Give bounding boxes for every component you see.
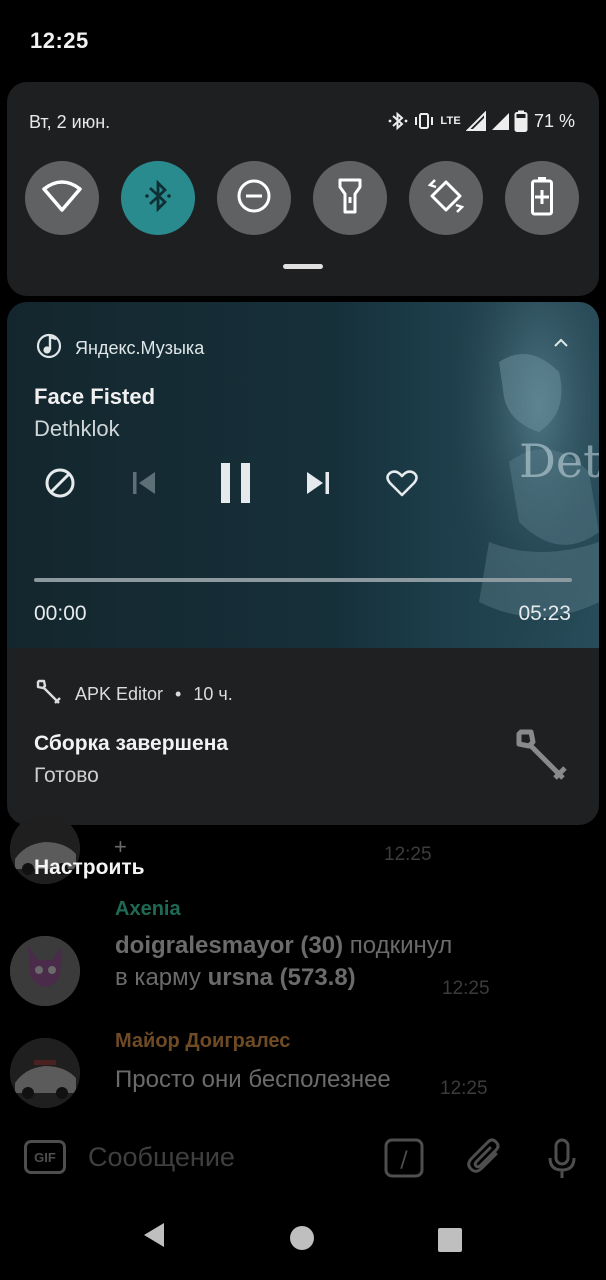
tile-bluetooth[interactable] xyxy=(121,161,195,235)
tile-flashlight[interactable] xyxy=(313,161,387,235)
message-input[interactable]: Сообщение xyxy=(88,1142,235,1173)
voice-button[interactable] xyxy=(546,1138,578,1185)
vibrate-icon xyxy=(413,110,435,132)
message-input-bar: GIF Сообщение / xyxy=(0,1128,606,1192)
tile-battery-saver[interactable] xyxy=(505,161,579,235)
apk-title: Сборка завершена xyxy=(34,732,229,755)
chat-message-2: Просто они бесполезнее xyxy=(115,1066,391,1093)
quick-settings-panel: Вт, 2 июн. LTE 71 % xyxy=(7,82,599,296)
svg-text:Det: Det xyxy=(519,434,599,488)
battery-icon xyxy=(514,110,528,132)
attach-button[interactable] xyxy=(466,1138,502,1183)
paperclip-icon xyxy=(466,1138,502,1182)
home-circle-icon xyxy=(289,1226,315,1255)
qs-date[interactable]: Вт, 2 июн. xyxy=(29,112,110,133)
apk-separator: • xyxy=(175,684,182,704)
chat-msg1-user-karma: (30) xyxy=(300,932,344,959)
chat-msg1-verb: подкинул xyxy=(349,932,453,959)
avatar-mayor[interactable] xyxy=(10,1038,80,1108)
music-note-icon xyxy=(35,332,63,365)
media-notification[interactable]: Det Яндекс.Музыка Face Fisted Dethklok 0… xyxy=(7,302,599,648)
qs-tiles xyxy=(25,161,581,235)
chat-message-1-line2: в карму ursna (573.8) xyxy=(115,964,356,992)
block-icon xyxy=(44,467,76,504)
tile-wifi[interactable] xyxy=(25,161,99,235)
apk-app-name: APK Editor xyxy=(75,684,164,704)
media-app-name: Яндекс.Музыка xyxy=(75,338,205,358)
microphone-icon xyxy=(546,1138,578,1184)
wrench-large-icon xyxy=(513,726,573,791)
apk-age: 10 ч. xyxy=(193,684,233,704)
chat-msg1-target: ursna xyxy=(207,964,273,991)
track-title: Face Fisted xyxy=(34,384,156,409)
battery-saver-icon xyxy=(530,176,554,221)
chevron-up-icon[interactable] xyxy=(553,336,569,354)
tile-auto-rotate[interactable] xyxy=(409,161,483,235)
tile-do-not-disturb[interactable] xyxy=(217,161,291,235)
auto-rotate-icon xyxy=(427,177,465,220)
flashlight-icon xyxy=(337,177,363,220)
gif-button[interactable]: GIF xyxy=(24,1140,66,1174)
media-time-current: 00:00 xyxy=(34,602,87,625)
navigation-bar xyxy=(0,1200,606,1280)
media-controls xyxy=(27,460,427,510)
status-clock: 12:25 xyxy=(30,28,89,53)
signal-sim1-icon xyxy=(465,111,486,131)
skip-next-icon xyxy=(305,470,331,501)
avatar-axenia[interactable] xyxy=(10,936,80,1006)
back-button[interactable] xyxy=(140,1220,168,1255)
signal-sim2-icon xyxy=(490,111,510,131)
recents-square-icon xyxy=(437,1228,463,1257)
recents-button[interactable] xyxy=(437,1227,463,1258)
do-not-disturb-icon xyxy=(236,178,272,219)
wrench-icon xyxy=(35,678,63,711)
pause-button[interactable] xyxy=(211,460,261,510)
apk-app-header: APK Editor • 10 ч. xyxy=(35,678,233,711)
bluetooth-connected-icon xyxy=(387,110,409,132)
wifi-icon xyxy=(42,179,82,217)
apk-text: Готово xyxy=(34,764,99,787)
bot-command-button[interactable]: / xyxy=(384,1138,424,1183)
network-type: LTE xyxy=(440,115,461,127)
next-button[interactable] xyxy=(293,460,343,510)
dislike-button[interactable] xyxy=(35,460,85,510)
chat-time-2: 12:25 xyxy=(440,1078,488,1099)
chat-msg1-user: doigralesmayor xyxy=(115,932,294,959)
media-app-header: Яндекс.Музыка xyxy=(35,332,204,365)
track-artist: Dethklok xyxy=(34,416,120,441)
chat-time-top: 12:25 xyxy=(384,844,432,865)
chat-author-2: Майор Доигралес xyxy=(115,1030,291,1052)
chat-message-1-line1: doigralesmayor (30) подкинул xyxy=(115,932,452,960)
like-button[interactable] xyxy=(377,460,427,510)
album-art: Det xyxy=(449,302,599,648)
battery-percent: 71 % xyxy=(533,110,575,131)
chat-msg1-target-karma: (573.8) xyxy=(279,964,356,991)
media-time-total: 05:23 xyxy=(518,602,571,625)
customize-button[interactable]: Настроить xyxy=(34,856,145,880)
qs-status-icons: LTE 71 % xyxy=(387,108,575,134)
bluetooth-icon xyxy=(143,178,173,219)
chat-author-1: Axenia xyxy=(115,898,181,920)
pause-icon xyxy=(219,461,253,510)
heart-icon xyxy=(386,469,418,502)
media-seekbar[interactable] xyxy=(34,578,572,582)
qs-expand-handle[interactable] xyxy=(283,264,323,269)
bot-command-label: / xyxy=(400,1148,408,1173)
home-button[interactable] xyxy=(289,1225,315,1256)
skip-previous-icon xyxy=(131,470,157,501)
previous-button[interactable] xyxy=(119,460,169,510)
apk-editor-notification[interactable]: APK Editor • 10 ч. Сборка завершена Гото… xyxy=(7,648,599,825)
chat-msg1-prefix: в карму xyxy=(115,964,201,991)
status-bar: 12:25 xyxy=(0,0,606,80)
chat-time-1: 12:25 xyxy=(442,978,490,999)
back-triangle-icon xyxy=(140,1223,168,1254)
